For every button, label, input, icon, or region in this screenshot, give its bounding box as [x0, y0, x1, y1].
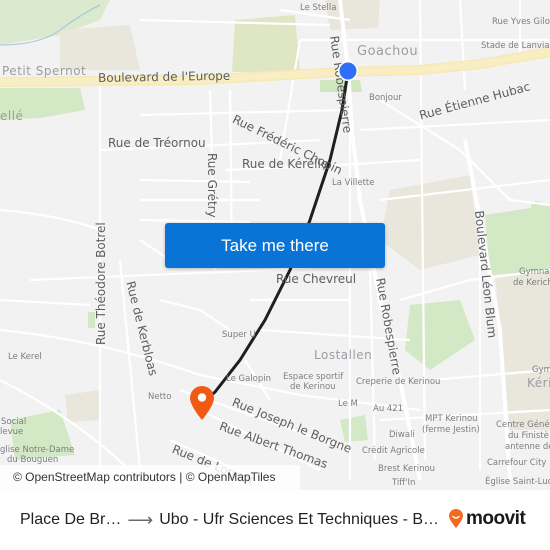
- poi-label: du Bouguen: [7, 455, 59, 465]
- poi-label: Brest Kerinou: [378, 464, 436, 474]
- origin-marker-icon[interactable]: [337, 60, 359, 82]
- poi-label: Bonjour: [369, 93, 402, 103]
- poi-label: Social: [1, 417, 27, 427]
- street-label: Rue Chevreul: [276, 272, 357, 286]
- poi-label: Centre Généa: [496, 420, 550, 430]
- area-label: Kéri: [527, 376, 550, 390]
- poi-label: Le Stella: [300, 3, 337, 13]
- poi-label: Diwali: [389, 430, 415, 440]
- take-me-there-button[interactable]: Take me there: [165, 223, 385, 268]
- poi-label: Stade de Lanvian: [481, 41, 550, 51]
- poi-label: Au 421: [373, 404, 404, 414]
- poi-label: Creperie de Kerinou: [356, 377, 441, 387]
- poi-label: Le M: [338, 399, 358, 409]
- destination-pin-icon[interactable]: [188, 385, 216, 421]
- area-label: ellé: [0, 109, 24, 123]
- area-label: Goachou: [357, 44, 419, 59]
- street-label: Rue Théodore Botrel: [94, 222, 108, 345]
- street-label: Rue de Kérélie: [242, 157, 329, 171]
- poi-label: Rue Yves Gilou: [492, 17, 550, 27]
- poi-label: Gymnas: [519, 267, 550, 277]
- map[interactable]: Boulevard de l'Europe Rue Robespierre Ru…: [0, 0, 550, 490]
- poi-label: Le Kerel: [8, 352, 42, 362]
- poi-label: glise Notre-Dame: [0, 445, 75, 455]
- moovit-pin-icon: [449, 509, 463, 528]
- poi-label: du Finistè: [508, 431, 549, 441]
- poi-label: Le Galopin: [226, 374, 272, 384]
- poi-label: levue: [0, 427, 24, 437]
- poi-label: Crédit Agricole: [362, 446, 425, 456]
- moovit-wordmark: moovit: [466, 508, 526, 529]
- footer: Place De Br… ⟶ Ubo - Ufr Sciences Et Tec…: [0, 490, 550, 550]
- area-label: Petit Spernot: [2, 64, 87, 78]
- poi-label: Super U: [222, 330, 256, 340]
- street-label: Rue Grétry: [205, 153, 219, 218]
- poi-label: Église Saint-Luc: [485, 477, 550, 487]
- poi-label: Carrefour City: [487, 458, 547, 468]
- street-label: Boulevard de l'Europe: [97, 68, 231, 85]
- map-attribution[interactable]: © OpenStreetMap contributors | © OpenMap…: [0, 465, 300, 490]
- poi-label: (ferme Jestin): [422, 425, 480, 435]
- origin-name: Place De Br…: [20, 511, 122, 528]
- street-label: Rue de Tréornou: [108, 136, 206, 150]
- route-title: Place De Br… ⟶ Ubo - Ufr Sciences Et Tec…: [20, 500, 439, 540]
- destination-name: Ubo - Ufr Sciences Et Techniques - B…: [159, 511, 440, 528]
- arrow-right-icon: ⟶: [127, 509, 154, 530]
- poi-label: de Kerich: [513, 278, 550, 288]
- poi-label: MPT Kerinou: [425, 414, 478, 424]
- poi-label: de Kerinou: [290, 382, 336, 392]
- poi-label: La Villette: [332, 178, 375, 188]
- poi-label: antenne de: [505, 442, 550, 452]
- poi-label: Espace sportif: [283, 372, 344, 382]
- poi-label: Tiff'In: [392, 478, 416, 488]
- area-label: Lostallen: [314, 348, 373, 362]
- moovit-logo[interactable]: moovit: [448, 508, 526, 530]
- poi-label: Netto: [148, 392, 172, 402]
- poi-label: Gym: [532, 365, 550, 375]
